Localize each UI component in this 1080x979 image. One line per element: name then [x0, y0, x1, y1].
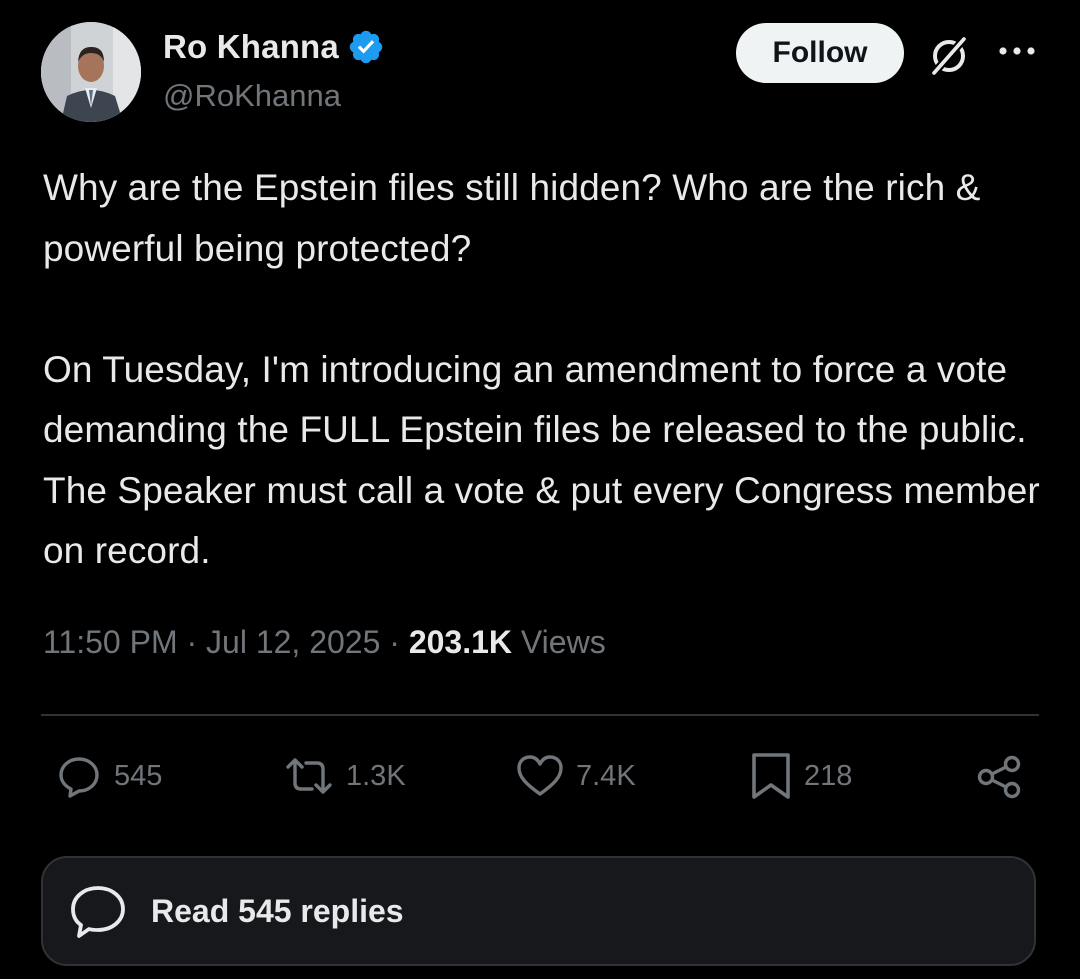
avatar[interactable] [41, 22, 141, 122]
heart-icon [517, 755, 563, 796]
share-button[interactable] [974, 744, 1026, 808]
like-count: 7.4K [576, 759, 636, 792]
follow-button[interactable]: Follow [736, 23, 904, 83]
tweet-text: Why are the Epstein files still hidden? … [43, 167, 1040, 571]
chat-bubble-icon [71, 886, 125, 938]
views-label: Views [520, 624, 606, 660]
reply-icon [59, 757, 99, 798]
repost-button[interactable]: 1.3K [282, 744, 406, 808]
bookmark-button[interactable]: 218 [748, 744, 852, 808]
read-replies-label: Read 545 replies [151, 892, 404, 929]
bookmark-count: 218 [804, 759, 853, 792]
bookmark-icon [752, 753, 790, 799]
views-count: 203.1K [408, 624, 513, 660]
repost-count: 1.3K [346, 759, 406, 792]
read-replies-button[interactable]: Read 545 replies [41, 856, 1036, 966]
tweet-time[interactable]: 11:50 PM [43, 624, 178, 660]
author-handle[interactable]: @RoKhanna [163, 78, 341, 114]
meta-separator: · [389, 624, 409, 660]
reply-button[interactable]: 545 [54, 744, 162, 808]
author-name-row[interactable]: Ro Khanna [163, 28, 385, 66]
author-display-name[interactable]: Ro Khanna [163, 28, 339, 66]
action-bar: 545 1.3K 7.4K 218 [0, 744, 1080, 808]
divider [41, 714, 1039, 716]
repost-icon [286, 758, 332, 794]
more-icon[interactable] [997, 36, 1037, 66]
verified-badge-icon [349, 30, 383, 64]
reply-count: 545 [114, 759, 163, 792]
meta-separator: · [186, 624, 207, 660]
grok-icon[interactable] [926, 33, 972, 79]
tweet-meta: 11:50 PM · Jul 12, 2025 · 203.1K Views [43, 624, 606, 661]
share-icon [977, 755, 1021, 799]
like-button[interactable]: 7.4K [514, 744, 636, 808]
tweet-date[interactable]: Jul 12, 2025 [206, 624, 380, 660]
